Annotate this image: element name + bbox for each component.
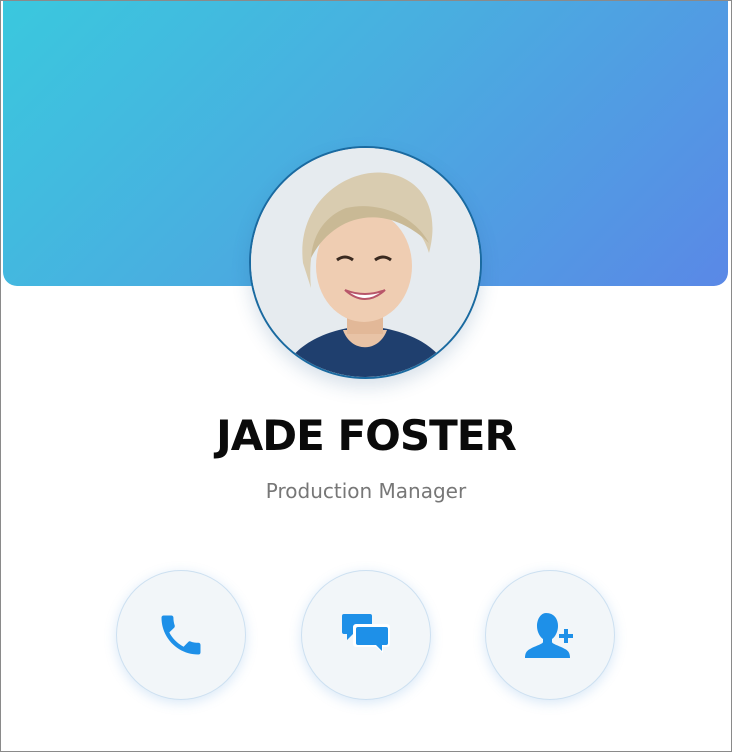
phone-icon — [155, 609, 207, 661]
avatar — [249, 146, 482, 379]
message-button[interactable] — [301, 570, 431, 700]
avatar-photo — [251, 148, 480, 377]
profile-name: JADE FOSTER — [216, 411, 517, 460]
chat-bubbles-icon — [341, 610, 391, 660]
profile-card: JADE FOSTER Production Manager — [0, 0, 732, 752]
add-contact-button[interactable] — [485, 570, 615, 700]
add-user-icon — [522, 607, 578, 663]
profile-role: Production Manager — [265, 479, 467, 503]
call-button[interactable] — [116, 570, 246, 700]
